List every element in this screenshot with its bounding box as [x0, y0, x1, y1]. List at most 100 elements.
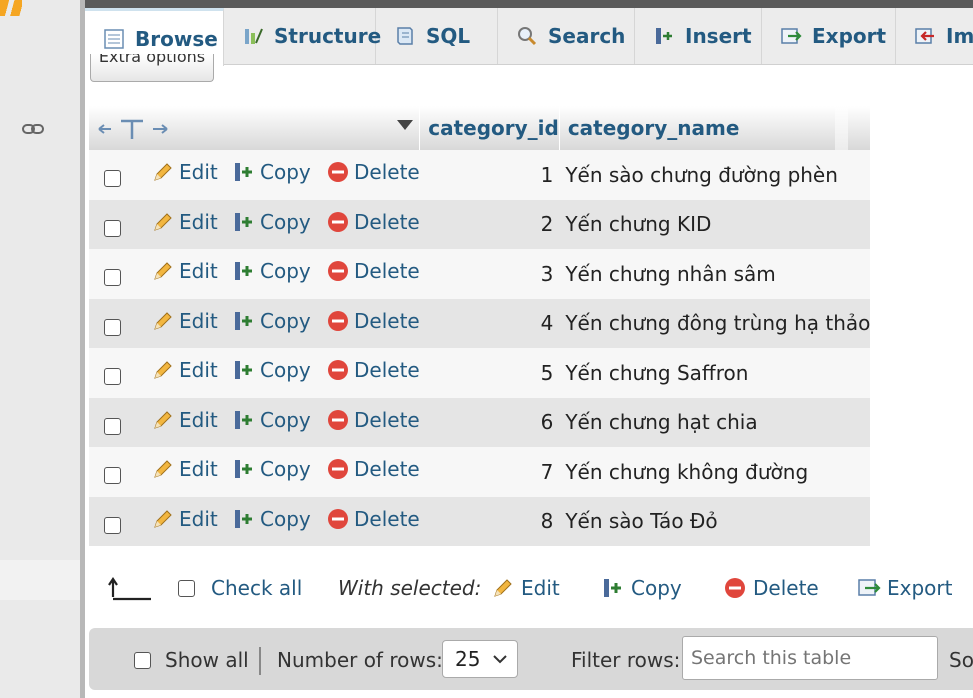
category-id-cell[interactable]: 1 [419, 150, 560, 200]
link-icon[interactable] [22, 122, 44, 136]
category-id-cell[interactable]: 7 [419, 447, 560, 497]
sql-icon [397, 27, 413, 45]
column-header-category-id[interactable]: category_id [419, 106, 560, 150]
copy-icon [235, 361, 252, 380]
tab-import[interactable]: Im [896, 8, 973, 64]
copy-icon [235, 460, 252, 479]
show-all-control[interactable]: Show all [134, 648, 249, 672]
delete-button[interactable]: Delete [326, 160, 420, 184]
copy-button[interactable]: Copy [232, 358, 326, 382]
browse-icon [104, 28, 124, 49]
category-id-cell[interactable]: 6 [419, 397, 560, 447]
tab-label: Export [812, 24, 887, 48]
check-all-control[interactable]: Check all [178, 568, 302, 608]
category-name-cell[interactable]: Yến sào Táo Đỏ [559, 496, 871, 546]
bulk-edit-button[interactable]: Edit [491, 568, 560, 608]
structure-icon [245, 28, 263, 44]
edit-button[interactable]: Edit [151, 210, 232, 234]
rows-select[interactable]: 25 [442, 640, 518, 678]
pencil-icon [154, 411, 172, 429]
category-id-cell[interactable]: 2 [419, 199, 560, 249]
copy-button[interactable]: Copy [232, 507, 326, 531]
copy-button[interactable]: Copy [232, 408, 326, 432]
table-navigation-footer: Show all Number of rows: 25 Filter rows:… [89, 628, 973, 690]
copy-button[interactable]: Copy [232, 259, 326, 283]
tab-structure[interactable]: Structure [224, 8, 381, 64]
row-checkbox[interactable] [104, 516, 121, 534]
delete-button[interactable]: Delete [326, 408, 420, 432]
delete-button[interactable]: Delete [326, 507, 420, 531]
category-name-cell[interactable]: Yến chưng nhân sâm [559, 249, 871, 299]
check-all-checkbox[interactable] [178, 579, 195, 597]
tab-search[interactable]: Search [498, 8, 635, 64]
results-table: category_id category_name Edit Copy Dele… [89, 106, 871, 546]
row-actions-cell: Edit Copy Delete [89, 496, 420, 546]
sort-label-fragment: So [949, 648, 973, 672]
tab-bar: Browse Structure SQL Search Insert Expor… [85, 8, 973, 66]
category-name-cell[interactable]: Yến chưng hạt chia [559, 397, 871, 447]
row-checkbox[interactable] [104, 368, 121, 386]
edit-button[interactable]: Edit [151, 457, 232, 481]
category-name-cell[interactable]: Yến sào chưng đường phèn [559, 150, 871, 200]
category-id-cell[interactable]: 4 [419, 298, 560, 348]
delete-icon [725, 578, 745, 598]
edit-button[interactable]: Edit [151, 259, 232, 283]
delete-button[interactable]: Delete [326, 309, 420, 333]
category-name-cell[interactable]: Yến chưng đông trùng hạ thảo [559, 298, 871, 348]
delete-icon [328, 409, 348, 430]
tab-export[interactable]: Export [762, 8, 896, 64]
filter-rows-label: Filter rows: [571, 648, 681, 672]
edit-button[interactable]: Edit [151, 358, 232, 382]
column-header-category-name[interactable]: category_name [559, 106, 871, 150]
row-checkbox[interactable] [104, 318, 121, 336]
select-arrow-icon [107, 568, 153, 608]
sort-dropdown-icon[interactable] [397, 120, 414, 130]
tab-label: Search [548, 24, 626, 48]
category-name-cell[interactable]: Yến chưng Saffron [559, 348, 871, 398]
delete-button[interactable]: Delete [326, 457, 420, 481]
copy-button[interactable]: Copy [232, 309, 326, 333]
show-all-checkbox[interactable] [134, 651, 151, 669]
edit-button[interactable]: Edit [151, 507, 232, 531]
panel-divider[interactable] [80, 0, 85, 698]
filter-rows-field[interactable] [682, 636, 938, 680]
column-resizer-header[interactable] [89, 106, 421, 150]
copy-button[interactable]: Copy [232, 210, 326, 234]
delete-button[interactable]: Delete [326, 210, 420, 234]
tab-insert[interactable]: Insert [635, 8, 762, 64]
category-id-cell[interactable]: 3 [419, 249, 560, 299]
row-actions-cell: Edit Copy Delete [89, 348, 420, 398]
bulk-delete-button[interactable]: Delete [723, 568, 819, 608]
category-id-cell[interactable]: 5 [419, 348, 560, 398]
edit-button[interactable]: Edit [151, 160, 232, 184]
copy-icon [235, 410, 252, 429]
search-icon [518, 27, 537, 46]
copy-button[interactable]: Copy [232, 457, 326, 481]
category-name-cell[interactable]: Yến chưng KID [559, 199, 871, 249]
edit-button[interactable]: Edit [151, 408, 232, 432]
row-checkbox[interactable] [104, 170, 121, 188]
tab-label: SQL [426, 24, 471, 48]
delete-button[interactable]: Delete [326, 259, 420, 283]
copy-button[interactable]: Copy [232, 160, 326, 184]
bulk-export-button[interactable]: Export [857, 568, 952, 608]
expand-columns-icon[interactable] [97, 117, 169, 141]
category-id-cell[interactable]: 8 [419, 496, 560, 546]
header-filler [835, 106, 848, 150]
pencil-icon [154, 163, 172, 182]
row-checkbox[interactable] [104, 269, 121, 287]
bulk-copy-button[interactable]: Copy [601, 568, 682, 608]
row-actions-cell: Edit Copy Delete [89, 298, 420, 348]
edit-button[interactable]: Edit [151, 309, 232, 333]
row-checkbox[interactable] [104, 467, 121, 485]
search-table-input[interactable] [682, 636, 938, 680]
copy-icon [235, 311, 252, 330]
tab-label: Insert [685, 24, 752, 48]
row-checkbox[interactable] [104, 219, 121, 237]
tab-sql[interactable]: SQL [376, 8, 498, 64]
row-checkbox[interactable] [104, 417, 121, 435]
row-actions-cell: Edit Copy Delete [89, 249, 420, 299]
delete-button[interactable]: Delete [326, 358, 420, 382]
extra-options-button[interactable]: Extra options [90, 54, 214, 82]
category-name-cell[interactable]: Yến chưng không đường [559, 447, 871, 497]
